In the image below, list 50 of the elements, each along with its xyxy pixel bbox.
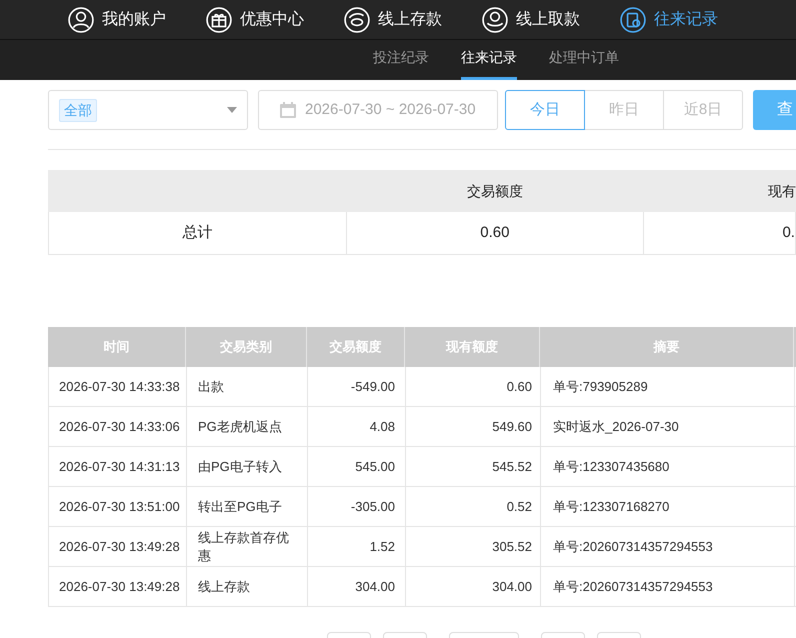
table-cell: 单号:123307168270 [553,498,670,516]
column-header: 交易额度 [467,182,523,200]
table-cell: 单号:123307435680 [553,458,670,476]
table-cell: -549.00 [350,378,395,396]
table-cell: 549.60 [492,418,532,436]
table-cell: 0.60 [506,378,532,396]
nav-item[interactable]: 线上存款 [344,6,442,32]
gift-icon [206,6,232,32]
table-cell: 0.52 [506,498,532,516]
table-cell: 实时返水_2026-07-30 [553,418,679,436]
table-cell: 305.52 [492,538,532,556]
dropdown-caret-icon [227,107,237,113]
table-cell-text: 总计 [182,222,212,243]
table-cell: 545.00 [355,458,395,476]
nav-item[interactable]: 我的账户 [68,6,166,32]
clipboard-clock-icon [620,6,646,32]
table-cell: 2026-07-30 13:51:00 [59,498,180,516]
table-cell: -305.00 [350,498,395,516]
table-cell: 1.52 [370,538,395,556]
table-cell: 2026-07-30 14:33:06 [59,418,180,436]
sub-tab[interactable]: 投注纪录 [373,47,429,80]
table-cell: 由PG电子转入 [198,458,282,476]
table-cell: 304.00 [492,578,532,596]
nav-item[interactable]: 往来记录 [620,6,718,32]
table-cell: 线上存款 [198,578,250,596]
column-header: 现有 [768,182,796,200]
table-cell: 单号:793905289 [553,378,648,396]
table-cell-text: 0. [782,222,795,243]
table-cell: 转出至PG电子 [198,498,282,516]
date-range-text: 2026-07-30 ~ 2026-07-30 [305,100,476,120]
table-cell: 单号:202607314357294553 [553,578,713,596]
sub-tab[interactable]: 处理中订单 [549,47,619,80]
user-icon [68,6,94,32]
table-cell-text: 0.60 [480,222,510,243]
table-cell: 2026-07-30 13:49:28 [59,538,180,556]
table-cell: 545.52 [492,458,532,476]
nav-item[interactable]: 线上取款 [482,6,580,32]
sub-tab[interactable]: 往来记录 [461,47,517,80]
table-cell: 2026-07-30 13:49:28 [59,578,180,596]
table-cell: 304.00 [355,578,395,596]
table-cell-text: 线上存款首存优惠 [198,528,290,564]
table-cell: 2026-07-30 14:33:38 [59,378,180,396]
table-cell: 出款 [198,378,224,396]
calendar-icon [279,101,297,119]
table-cell: 4.08 [370,418,395,436]
table-cell: PG老虎机返点 [198,418,282,436]
nav-item[interactable]: 优惠中心 [206,6,304,32]
table-cell: 2026-07-30 14:31:13 [59,458,180,476]
table-cell: 单号:202607314357294553 [553,538,713,556]
selected-tag: 全部 [59,98,97,122]
